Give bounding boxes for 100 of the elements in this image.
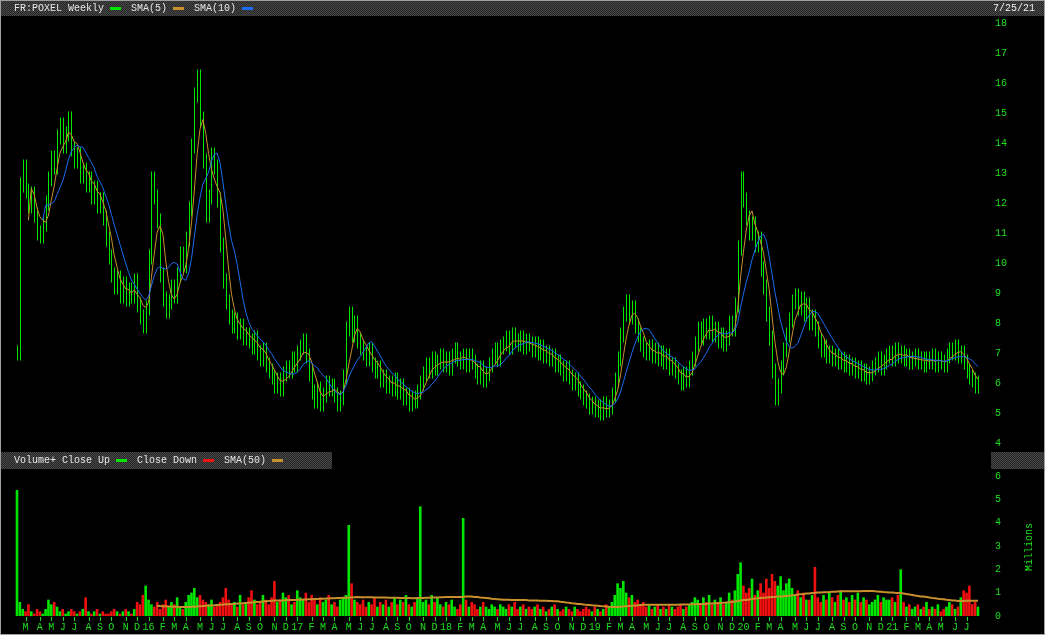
tick-mark xyxy=(721,616,722,622)
axis-tick-label: 6 xyxy=(995,377,1001,389)
tick-mark xyxy=(595,616,596,622)
tick-mark xyxy=(855,616,856,622)
axis-tick-label: D xyxy=(877,622,884,633)
tick-mark xyxy=(297,616,298,622)
header-strip xyxy=(991,452,1044,469)
tick-mark xyxy=(955,616,956,622)
axis-tick-label: J xyxy=(505,622,512,633)
axis-tick-label: 12 xyxy=(995,197,1007,209)
tick-mark xyxy=(558,616,559,622)
axis-tick-label: 0 xyxy=(995,610,1001,622)
tick-mark xyxy=(409,616,410,622)
tick-mark xyxy=(446,616,447,622)
tick-mark xyxy=(260,616,261,622)
axis-tick-label: M xyxy=(643,622,650,633)
axis-tick-label: J xyxy=(952,622,959,633)
axis-tick-label: M xyxy=(468,622,475,633)
tick-mark xyxy=(892,616,893,622)
axis-tick-label: N xyxy=(271,622,278,633)
tick-mark xyxy=(632,616,633,622)
tick-mark xyxy=(781,616,782,622)
axis-tick-label: 21 xyxy=(886,622,899,633)
tick-mark xyxy=(423,616,424,622)
tick-mark xyxy=(349,616,350,622)
tick-mark xyxy=(460,616,461,622)
axis-tick-label: M xyxy=(197,622,204,633)
axis-tick-label: J xyxy=(517,622,524,633)
tick-mark xyxy=(832,616,833,622)
tick-mark xyxy=(137,616,138,622)
axis-tick-label: 5 xyxy=(995,493,1001,505)
axis-tick-label: F xyxy=(606,622,613,633)
chart-date: 7/25/21 xyxy=(993,3,1035,14)
tick-mark xyxy=(26,616,27,622)
tick-mark xyxy=(929,616,930,622)
axis-title: Millions xyxy=(1023,523,1035,571)
tick-mark xyxy=(881,616,882,622)
axis-tick-label: D xyxy=(282,622,289,633)
tick-mark xyxy=(918,616,919,622)
tick-mark xyxy=(223,616,224,622)
axis-tick-label: 6 xyxy=(995,470,1001,482)
axis-tick-label: S xyxy=(245,622,252,633)
axis-tick-label: A xyxy=(234,622,241,633)
tick-mark xyxy=(435,616,436,622)
tick-mark xyxy=(334,616,335,622)
axis-tick-label: 19 xyxy=(588,622,601,633)
axis-tick-label: 20 xyxy=(737,622,750,633)
axis-tick-label: A xyxy=(382,622,389,633)
axis-tick-label: F xyxy=(754,622,761,633)
tick-mark xyxy=(249,616,250,622)
axis-tick-label: 10 xyxy=(995,257,1007,269)
axis-tick-label: S xyxy=(840,622,847,633)
axis-tick-label: J xyxy=(963,622,970,633)
axis-tick-label: A xyxy=(331,622,338,633)
axis-tick-label: 7 xyxy=(995,347,1001,359)
axis-tick-label: M xyxy=(766,622,773,633)
axis-tick-label: 17 xyxy=(291,622,304,633)
tick-mark xyxy=(51,616,52,622)
tick-mark xyxy=(806,616,807,622)
axis-tick-label: A xyxy=(85,622,92,633)
tick-mark xyxy=(497,616,498,622)
axis-tick-label: J xyxy=(654,622,661,633)
axis-tick-label: N xyxy=(420,622,427,633)
axis-tick-label: N xyxy=(717,622,724,633)
axis-tick-label: D xyxy=(580,622,587,633)
tick-mark xyxy=(163,616,164,622)
tick-mark xyxy=(89,616,90,622)
axis-tick-label: 3 xyxy=(995,540,1001,552)
axis-tick-label: O xyxy=(554,622,561,633)
axis-tick-label: N xyxy=(866,622,873,633)
tick-mark xyxy=(609,616,610,622)
tick-mark xyxy=(583,616,584,622)
axis-tick-label: J xyxy=(803,622,810,633)
axis-tick-label: A xyxy=(680,622,687,633)
tick-mark xyxy=(472,616,473,622)
legend-label: Volume+ xyxy=(14,455,56,466)
axis-tick-label: 5 xyxy=(995,407,1001,419)
tick-mark xyxy=(211,616,212,622)
axis-tick-label: 18 xyxy=(440,622,452,633)
axis-tick-label: A xyxy=(777,622,784,633)
axis-tick-label: M xyxy=(494,622,501,633)
tick-mark xyxy=(769,616,770,622)
axis-tick-label: M xyxy=(48,622,55,633)
tick-mark xyxy=(732,616,733,622)
axis-tick-label: M xyxy=(791,622,798,633)
tick-mark xyxy=(620,616,621,622)
tick-mark xyxy=(74,616,75,622)
tick-mark xyxy=(323,616,324,622)
tick-mark xyxy=(286,616,287,622)
tick-mark xyxy=(372,616,373,622)
tick-mark xyxy=(967,616,968,622)
tick-mark xyxy=(546,616,547,622)
axis-tick-label: M xyxy=(171,622,178,633)
axis-tick-label: J xyxy=(814,622,821,633)
axis-tick-label: M xyxy=(914,622,921,633)
axis-tick-label: A xyxy=(182,622,189,633)
axis-tick-label: 2 xyxy=(995,563,1001,575)
tick-mark xyxy=(758,616,759,622)
axis-tick-label: J xyxy=(59,622,66,633)
axis-tick-label: 13 xyxy=(995,167,1007,179)
